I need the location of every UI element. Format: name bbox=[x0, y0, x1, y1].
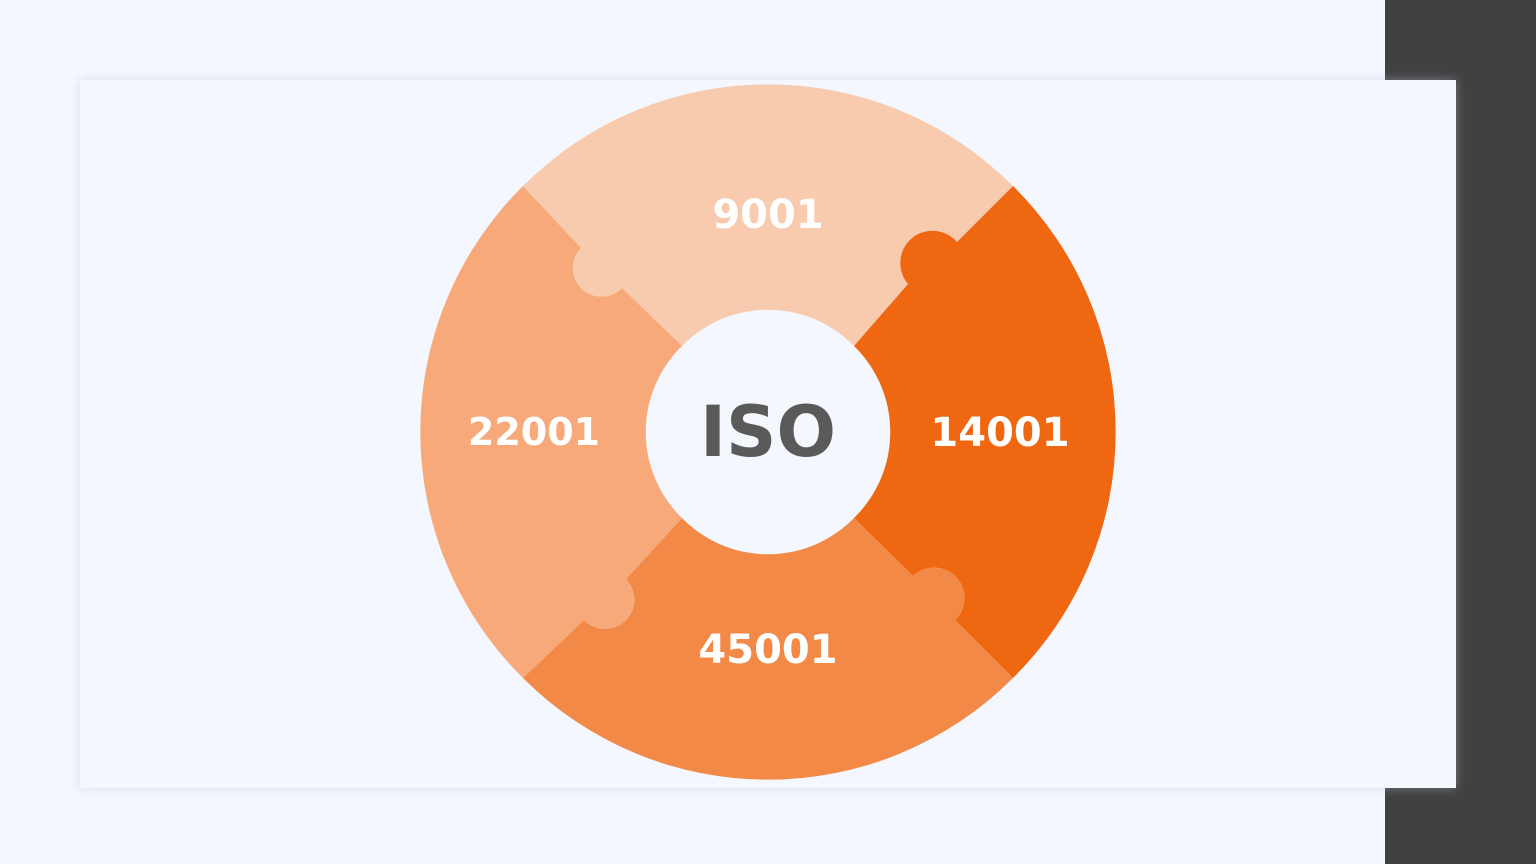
iso-puzzle-diagram: 9001 14001 45001 22001 ISO bbox=[420, 84, 1116, 780]
piece-label-bottom: 45001 bbox=[698, 627, 837, 673]
piece-label-right: 14001 bbox=[930, 410, 1069, 456]
slide: 9001 14001 45001 22001 ISO bbox=[0, 0, 1536, 864]
center-label: ISO bbox=[700, 391, 836, 473]
piece-label-top: 9001 bbox=[712, 192, 823, 238]
piece-label-left: 22001 bbox=[468, 410, 600, 454]
